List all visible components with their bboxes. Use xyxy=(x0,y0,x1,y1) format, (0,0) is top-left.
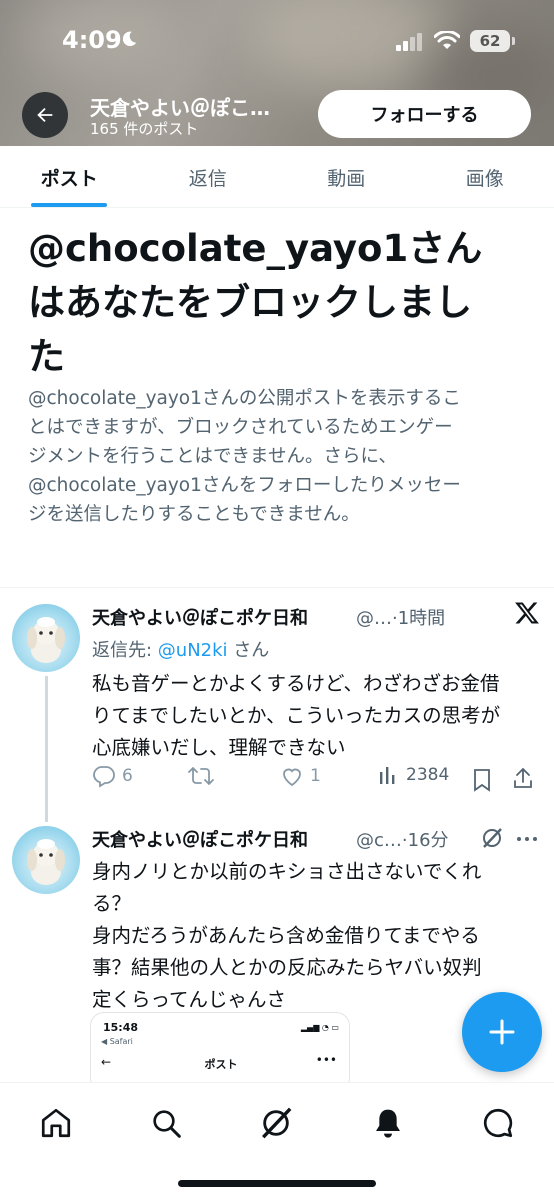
tab-label: 画像 xyxy=(465,168,504,190)
grok-icon xyxy=(262,1107,292,1139)
battery-tip xyxy=(512,37,515,45)
blocked-title: @chocolate_yayo1さん はあなたをブロックしまし た xyxy=(28,222,528,384)
status-bar: 4:09 62 xyxy=(0,0,554,84)
nav-home[interactable] xyxy=(36,1103,76,1143)
tweet-text-line: 心底嫌いだし、理解できない xyxy=(92,736,346,759)
blocked-title-line: はあなたをブロックしまし xyxy=(28,281,472,324)
blocked-desc-line: ジメントを行うことはできません。さらに、 xyxy=(28,446,397,467)
tweet-handle-time: @…·1時間 xyxy=(356,608,446,629)
x-logo-icon xyxy=(515,602,539,624)
share-icon[interactable] xyxy=(512,766,534,790)
blocked-description: @chocolate_yayo1さんの公開ポストを表示するこ とはできますが、ブ… xyxy=(28,384,524,529)
tab-label: 動画 xyxy=(327,168,366,190)
tweet-text-line: 私も音ゲーとかよくするけど、わざわざお金借 xyxy=(92,672,500,695)
bell-icon xyxy=(376,1109,400,1138)
like-count: 1 xyxy=(310,766,321,786)
tab-posts[interactable]: ポスト xyxy=(0,146,139,207)
blocked-title-line: @chocolate_yayo1さん xyxy=(28,227,483,270)
status-time: 4:09 xyxy=(62,26,122,54)
tweet-text: 身内ノリとか以前のキショさ出さないでくれ る？ 身内だろうがあんたら含め金借りて… xyxy=(92,856,532,1016)
sheep-avatar-icon xyxy=(27,839,65,885)
tweet-actions: 6 1 2384 xyxy=(92,764,532,796)
tweet-text-line: 身内だろうがあんたら含め金借りてまでやる xyxy=(92,924,480,947)
more-icon[interactable] xyxy=(516,836,538,842)
tab-videos[interactable]: 動画 xyxy=(277,146,416,207)
blocked-title-line: た xyxy=(28,335,65,378)
tweet-text-line: る？ xyxy=(92,892,132,915)
tab-images[interactable]: 画像 xyxy=(416,146,554,207)
views-chart-icon xyxy=(380,767,395,784)
arrow-left-icon xyxy=(37,107,53,123)
tweet-author-name[interactable]: 天倉やよい＠ぽこポケ日和 xyxy=(92,826,308,852)
blocked-desc-line: ジを送信したりすることもできません。 xyxy=(28,504,360,525)
active-tab-indicator xyxy=(31,203,108,207)
post-count: 165 件のポスト xyxy=(90,120,199,138)
avatar[interactable] xyxy=(12,604,80,672)
embed-safari-label: ◀ Safari xyxy=(101,1037,133,1046)
embed-more-icon: ••• xyxy=(315,1053,337,1067)
views-button[interactable]: 2384 xyxy=(378,764,449,786)
nav-messages[interactable] xyxy=(478,1103,518,1143)
tab-replies[interactable]: 返信 xyxy=(139,146,278,207)
embed-status-icons: ▂▄▆ ◔ ▭ xyxy=(300,1023,339,1032)
reply-to-prefix: 返信先: xyxy=(92,640,158,661)
moon-icon xyxy=(122,31,137,47)
tweet-text: 私も音ゲーとかよくするけど、わざわざお金借 りてまでしたいとか、こういったカスの… xyxy=(92,668,532,764)
reply-to-handle-link[interactable]: @uN2ki xyxy=(158,640,228,661)
blocked-desc-line: @chocolate_yayo1さんをフォローしたりメッセー xyxy=(28,475,461,496)
tweet-media-screenshot[interactable]: 15:48 ▂▄▆ ◔ ▭ ◀ Safari ← ポスト ••• xyxy=(90,1012,350,1092)
reply-count: 6 xyxy=(122,766,133,786)
views-count: 2384 xyxy=(406,765,450,785)
tweet-handle-time: @c…·16分 xyxy=(356,830,449,851)
grok-icon[interactable] xyxy=(480,826,504,850)
tweet-text-line: りてまでしたいとか、こういったカスの思考が xyxy=(92,704,501,727)
reply-to-suffix: さん xyxy=(227,640,270,661)
tweet-text-line: 身内ノリとか以前のキショさ出さないでくれ xyxy=(92,860,482,883)
thread-line xyxy=(45,676,48,822)
signal-icon xyxy=(396,33,422,51)
home-icon xyxy=(41,1108,71,1138)
tweet-text-line: 事？結果他の人とかの反応みたらヤバい奴判 xyxy=(92,956,482,979)
blocked-desc-line: とはできますが、ブロックされているためエンゲー xyxy=(28,417,453,438)
embed-title: ポスト xyxy=(204,1058,238,1071)
nav-grok[interactable] xyxy=(256,1103,296,1143)
wifi-icon xyxy=(434,31,460,49)
nav-notifications[interactable] xyxy=(368,1103,408,1143)
compose-button[interactable] xyxy=(462,992,542,1072)
tab-label: 返信 xyxy=(188,168,227,190)
reply-button[interactable]: 6 xyxy=(92,764,133,788)
follow-button[interactable]: フォローする xyxy=(318,90,531,138)
profile-name: 天倉やよい＠ぽこ… xyxy=(90,96,270,120)
search-icon xyxy=(153,1110,181,1138)
bookmark-icon[interactable] xyxy=(472,768,492,792)
message-icon xyxy=(483,1108,513,1138)
sheep-avatar-icon xyxy=(27,617,65,663)
divider xyxy=(0,587,554,588)
avatar[interactable] xyxy=(12,826,80,894)
blocked-desc-line: @chocolate_yayo1さんの公開ポストを表示するこ xyxy=(28,388,461,409)
plus-icon xyxy=(489,1019,515,1045)
like-button[interactable]: 1 xyxy=(280,764,321,788)
profile-tabs: ポスト 返信 動画 画像 xyxy=(0,146,554,208)
retweet-icon xyxy=(188,767,214,785)
battery-indicator: 62 xyxy=(470,30,510,52)
back-button[interactable] xyxy=(22,92,68,138)
embed-time: 15:48 xyxy=(103,1021,139,1034)
retweet-button[interactable] xyxy=(188,764,220,788)
reply-to: 返信先: @uN2ki さん xyxy=(92,636,269,662)
nav-search[interactable] xyxy=(146,1103,186,1143)
tab-label: ポスト xyxy=(40,168,98,190)
home-indicator xyxy=(178,1180,376,1187)
reply-icon xyxy=(93,766,115,788)
tweet-author-name[interactable]: 天倉やよい＠ぽこポケ日和 xyxy=(92,604,308,630)
heart-icon xyxy=(283,768,301,787)
